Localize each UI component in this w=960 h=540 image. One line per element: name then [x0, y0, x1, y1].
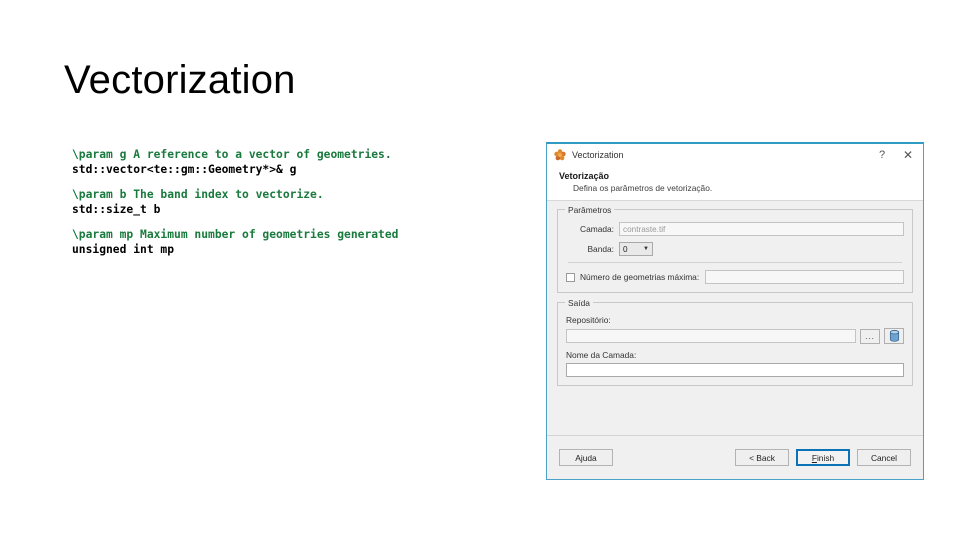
code-declaration: unsigned int mp: [72, 242, 175, 256]
dialog-titlebar: Vectorization ? ✕: [547, 144, 923, 166]
code-declaration: std::size_t b: [72, 202, 161, 216]
code-doc-comment: \param mp Maximum number of geometries g…: [72, 228, 399, 242]
cancel-button[interactable]: Cancel: [857, 449, 911, 466]
close-icon[interactable]: ✕: [895, 145, 921, 165]
chevron-down-icon: ▼: [643, 246, 649, 252]
layer-row: Camada: contraste.tif: [566, 222, 904, 236]
repository-label: Repositório:: [566, 315, 611, 325]
help-button[interactable]: Ajuda: [559, 449, 613, 466]
max-geometries-input[interactable]: [705, 270, 904, 284]
band-dropdown[interactable]: 0 ▼: [619, 242, 653, 256]
repository-row: ...: [566, 328, 904, 344]
dialog-header: Vetorização Defina os parâmetros de veto…: [547, 166, 923, 201]
dialog-header-subtitle: Defina os parâmetros de vetorização.: [573, 183, 713, 193]
back-button[interactable]: < Back: [735, 449, 789, 466]
browse-button[interactable]: ...: [860, 328, 880, 344]
max-geometries-row: Número de geometrias máxima:: [566, 270, 904, 284]
max-geometries-label: Número de geometrias máxima:: [580, 272, 700, 282]
band-row: Banda: 0 ▼: [566, 242, 904, 256]
parameters-divider: [568, 262, 902, 263]
finish-button[interactable]: Finish: [796, 449, 850, 466]
page-title: Vectorization: [64, 58, 296, 102]
code-doc-comment: \param b The band index to vectorize.: [72, 188, 324, 202]
terralib-flower-icon: [554, 149, 566, 161]
parameters-groupbox: Parâmetros Camada: contraste.tif Banda: …: [557, 205, 913, 293]
finish-button-label: inish: [816, 452, 835, 463]
layer-input[interactable]: contraste.tif: [619, 222, 904, 236]
code-snippet-block: \param g A reference to a vector of geom…: [72, 148, 492, 258]
repository-input[interactable]: [566, 329, 856, 343]
code-group: \param b The band index to vectorize. st…: [72, 188, 492, 217]
code-group: \param mp Maximum number of geometries g…: [72, 228, 492, 257]
output-group-label: Saída: [565, 298, 593, 308]
database-icon[interactable]: [884, 328, 904, 344]
dialog-title: Vectorization: [572, 150, 624, 160]
output-groupbox: Saída Repositório: ... Nome da Camada:: [557, 298, 913, 386]
layer-label: Camada:: [580, 224, 614, 234]
band-dropdown-value: 0: [623, 244, 628, 254]
dialog-header-title: Vetorização: [559, 171, 610, 181]
layer-name-label: Nome da Camada:: [566, 350, 637, 360]
code-group: \param g A reference to a vector of geom…: [72, 148, 492, 177]
band-label: Banda:: [587, 244, 614, 254]
dialog-body: Parâmetros Camada: contraste.tif Banda: …: [547, 201, 923, 426]
code-doc-comment: \param g A reference to a vector of geom…: [72, 148, 392, 161]
help-icon[interactable]: ?: [869, 145, 895, 165]
max-geometries-checkbox[interactable]: [566, 272, 575, 282]
layer-name-row: [566, 363, 904, 377]
code-declaration: std::vector<te::gm::Geometry*>& g: [72, 162, 297, 176]
vectorization-dialog: Vectorization ? ✕ Vetorização Defina os …: [546, 142, 924, 480]
layer-name-input[interactable]: [566, 363, 904, 377]
parameters-group-label: Parâmetros: [565, 205, 615, 215]
dialog-footer: Ajuda < Back Finish Cancel: [547, 435, 923, 479]
